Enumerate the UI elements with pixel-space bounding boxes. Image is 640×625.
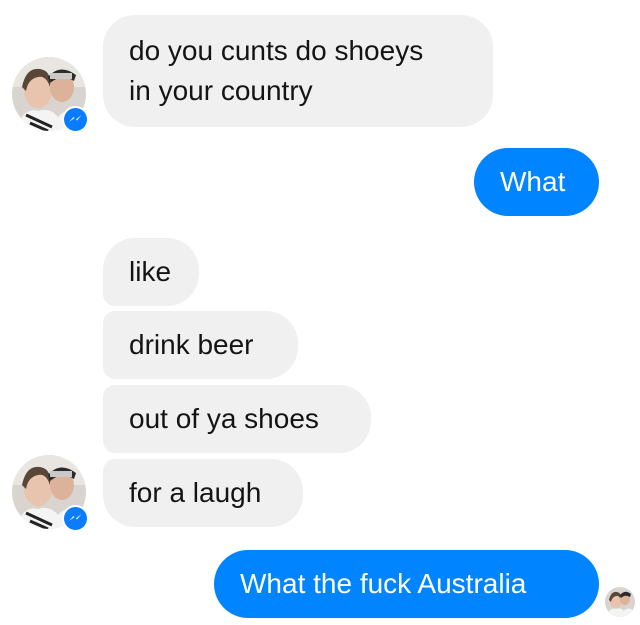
- message-text: like: [129, 256, 172, 287]
- message-bubble-outgoing[interactable]: What: [474, 148, 599, 216]
- messenger-badge: [62, 106, 89, 133]
- message-bubble-incoming[interactable]: do you cunts do shoeys in your country: [103, 15, 493, 127]
- message-text: What: [500, 166, 566, 197]
- message-bubble-incoming[interactable]: like: [103, 238, 199, 306]
- message-bubble-incoming[interactable]: drink beer: [103, 311, 298, 379]
- messenger-lightning-icon: [69, 115, 82, 122]
- message-text: for a laugh: [129, 477, 262, 508]
- messenger-badge: [62, 505, 89, 532]
- message-text-line: do you cunts do shoeys: [129, 35, 424, 66]
- message-text-line: in your country: [129, 75, 313, 106]
- message-text: drink beer: [129, 329, 254, 360]
- read-receipt-avatar-icon: [605, 587, 635, 617]
- message-bubble-outgoing[interactable]: What the fuck Australia: [214, 550, 599, 618]
- message-text: out of ya shoes: [129, 403, 319, 434]
- message-bubble-incoming[interactable]: for a laugh: [103, 459, 303, 527]
- message-bubble-incoming[interactable]: out of ya shoes: [103, 385, 371, 453]
- messenger-lightning-icon: [69, 514, 82, 521]
- read-receipt-avatar: [605, 587, 635, 617]
- message-text: What the fuck Australia: [240, 568, 527, 599]
